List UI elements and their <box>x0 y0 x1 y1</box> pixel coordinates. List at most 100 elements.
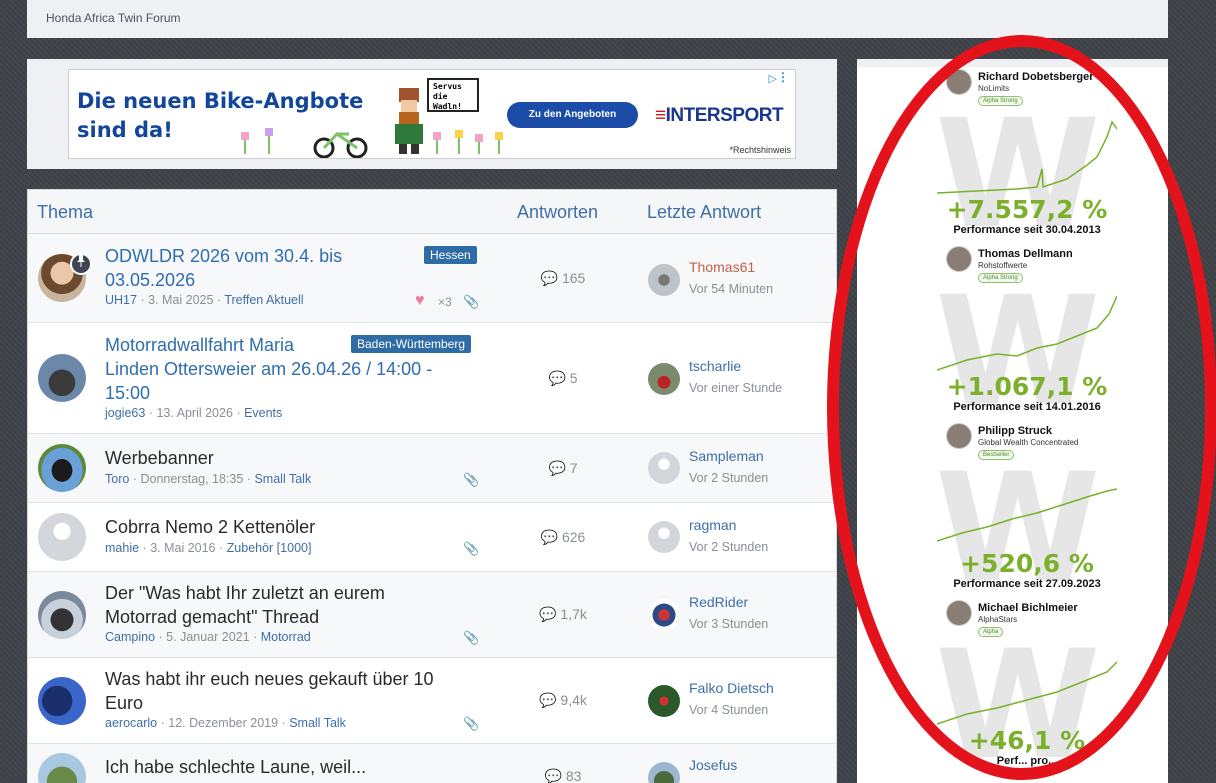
ad-info-icon[interactable]: ▷ <box>769 72 777 85</box>
author-avatar[interactable] <box>38 591 86 639</box>
thread-row[interactable]: Ich habe schlechte Laune, weil... 💬 83 J… <box>28 744 836 783</box>
column-header-replies[interactable]: Antworten <box>517 202 598 223</box>
thread-title-line[interactable]: Ich habe schlechte Laune, weil... <box>105 755 366 779</box>
meta-separator: · <box>148 406 153 420</box>
last-poster-avatar[interactable] <box>648 762 680 783</box>
thread-title-line[interactable]: ODWLDR 2026 vom 30.4. bis <box>105 244 342 268</box>
thread-start-date[interactable]: Donnerstag, 18:35 <box>140 472 243 486</box>
last-post-time[interactable]: Vor 54 Minuten <box>689 282 773 296</box>
thread-forum[interactable]: Small Talk <box>289 716 346 730</box>
thread-start-date[interactable]: 3. Mai 2016 <box>150 541 215 555</box>
last-poster-name[interactable]: Falko Dietsch <box>689 680 774 696</box>
thread-row[interactable]: Werbebanner Toro · Donnerstag, 18:35 · S… <box>28 434 836 503</box>
thread-prefix-badge[interactable]: Baden-Württemberg <box>351 335 472 353</box>
last-post-time[interactable]: Vor einer Stunde <box>689 381 782 395</box>
last-poster-name[interactable]: Sampleman <box>689 448 764 464</box>
thread-forum[interactable]: Motorrad <box>261 630 311 644</box>
thread-start-date[interactable]: 3. Mai 2025 <box>148 293 213 307</box>
thread-start-date[interactable]: 5. Januar 2021 <box>166 630 249 644</box>
performance-chart <box>937 488 1117 542</box>
sidebar-ad-container: W Richard Dobetsberger NoLimits Alpha St… <box>857 59 1168 783</box>
performance-since: Performance seit 14.01.2016 <box>953 401 1101 413</box>
comment-icon: 💬 <box>544 768 562 783</box>
last-poster-avatar[interactable] <box>648 685 680 717</box>
thread-author[interactable]: Campino <box>105 630 155 644</box>
thread-title-line[interactable]: 03.05.2026 <box>105 268 342 292</box>
thread-title-line[interactable]: Cobrra Nemo 2 Kettenöler <box>105 515 315 539</box>
portfolio-name: NoLimits <box>978 84 1010 93</box>
performance-card[interactable]: W Philipp Struck Global Wealth Concentra… <box>857 421 1168 595</box>
thread-title-line[interactable]: Motorrad gemacht" Thread <box>105 605 385 629</box>
thread-title[interactable]: Der "Was habt Ihr zuletzt an eurem Motor… <box>105 581 385 629</box>
last-post-time[interactable]: Vor 3 Stunden <box>689 617 768 631</box>
thread-title-line[interactable]: Linden Ottersweier am 26.04.26 / 14:00 - <box>105 357 432 381</box>
thread-title-line[interactable]: Der "Was habt Ihr zuletzt an eurem <box>105 581 385 605</box>
thread-list: Thema Antworten Letzte Antwort ODWLDR 20… <box>27 189 837 783</box>
trader-avatar <box>946 69 972 95</box>
performance-chart <box>937 120 1117 194</box>
thread-title-line[interactable]: Werbebanner <box>105 446 214 470</box>
performance-card[interactable]: W Michael Bichlmeier AlphaStars Alpha +4… <box>857 598 1168 772</box>
thread-title-line[interactable]: 15:00 <box>105 381 432 405</box>
performance-card[interactable]: W Richard Dobetsberger NoLimits Alpha St… <box>857 67 1168 241</box>
reply-count: 💬 1,7k <box>533 606 593 623</box>
heart-icon[interactable]: ♥ <box>415 292 425 310</box>
thread-forum[interactable]: Small Talk <box>254 472 311 486</box>
thread-author[interactable]: aerocarlo <box>105 716 157 730</box>
author-avatar[interactable] <box>38 677 86 725</box>
thread-title[interactable]: ODWLDR 2026 vom 30.4. bis 03.05.2026 <box>105 244 342 292</box>
thread-prefix-badge[interactable]: Hessen <box>424 246 477 264</box>
thread-row[interactable]: Cobrra Nemo 2 Kettenöler mahie · 3. Mai … <box>28 503 836 572</box>
last-poster-name[interactable]: Josefus <box>689 757 737 773</box>
column-header-topic[interactable]: Thema <box>37 202 93 223</box>
last-poster-name[interactable]: ragman <box>689 517 736 533</box>
thread-row[interactable]: Was habt ihr euch neues gekauft über 10 … <box>28 658 836 744</box>
ad-menu-icon[interactable]: ⋮ <box>777 70 789 84</box>
thread-title[interactable]: Ich habe schlechte Laune, weil... <box>105 755 366 779</box>
thread-title[interactable]: Werbebanner <box>105 446 214 470</box>
thread-start-date[interactable]: 13. April 2026 <box>156 406 232 420</box>
thread-title[interactable]: Was habt ihr euch neues gekauft über 10 … <box>105 667 434 715</box>
thread-title[interactable]: Cobrra Nemo 2 Kettenöler <box>105 515 315 539</box>
trader-name: Thomas Dellmann <box>978 248 1073 260</box>
ad-legal-note[interactable]: *Rechtshinweis <box>729 145 791 155</box>
last-post-time[interactable]: Vor 2 Stunden <box>689 471 768 485</box>
thread-author[interactable]: Toro <box>105 472 129 486</box>
author-avatar[interactable] <box>38 753 86 783</box>
last-poster-avatar[interactable] <box>648 264 680 296</box>
ad-cta-button[interactable]: Zu den Angeboten <box>507 102 638 128</box>
ad-banner[interactable]: Die neuen Bike-Angbote sind da! Servus d… <box>68 69 796 159</box>
reply-count: 💬 9,4k <box>533 692 593 709</box>
last-poster-avatar[interactable] <box>648 363 680 395</box>
last-poster-avatar[interactable] <box>648 521 680 553</box>
portfolio-tag: Bestseller <box>978 450 1015 460</box>
thread-author[interactable]: mahie <box>105 541 139 555</box>
sidebar-ad[interactable]: W Richard Dobetsberger NoLimits Alpha St… <box>857 67 1168 783</box>
thread-row[interactable]: Der "Was habt Ihr zuletzt an eurem Motor… <box>28 572 836 658</box>
thread-forum[interactable]: Events <box>244 406 282 420</box>
last-poster-name[interactable]: RedRider <box>689 594 748 610</box>
portfolio-tag: Alpha <box>978 627 1004 637</box>
breadcrumb-forum-link[interactable]: Honda Africa Twin Forum <box>46 11 181 25</box>
thread-title-line[interactable]: Euro <box>105 691 434 715</box>
last-post-time[interactable]: Vor 2 Stunden <box>689 540 768 554</box>
last-poster-name[interactable]: tscharlie <box>689 358 741 374</box>
thread-forum[interactable]: Treffen Aktuell <box>224 293 303 307</box>
last-poster-name[interactable]: Thomas61 <box>689 259 755 275</box>
thread-title-line[interactable]: Was habt ihr euch neues gekauft über 10 <box>105 667 434 691</box>
author-avatar[interactable] <box>38 513 86 561</box>
portfolio-name: AlphaStars <box>978 615 1018 624</box>
thread-author[interactable]: jogie63 <box>105 406 145 420</box>
thread-author[interactable]: UH17 <box>105 293 137 307</box>
thread-start-date[interactable]: 12. Dezember 2019 <box>168 716 278 730</box>
author-avatar[interactable] <box>38 444 86 492</box>
thread-forum[interactable]: Zubehör [1000] <box>227 541 312 555</box>
performance-card[interactable]: W Thomas Dellmann Rohstoffwerte Alpha St… <box>857 244 1168 418</box>
thread-row[interactable]: ODWLDR 2026 vom 30.4. bis 03.05.2026 Hes… <box>28 234 836 323</box>
column-header-last-reply[interactable]: Letzte Antwort <box>647 202 761 223</box>
last-post-time[interactable]: Vor 4 Stunden <box>689 703 768 717</box>
last-poster-avatar[interactable] <box>648 452 680 484</box>
thread-row[interactable]: Motorradwallfahrt Maria Linden Otterswei… <box>28 323 836 434</box>
author-avatar[interactable] <box>38 354 86 402</box>
last-poster-avatar[interactable] <box>648 599 680 631</box>
